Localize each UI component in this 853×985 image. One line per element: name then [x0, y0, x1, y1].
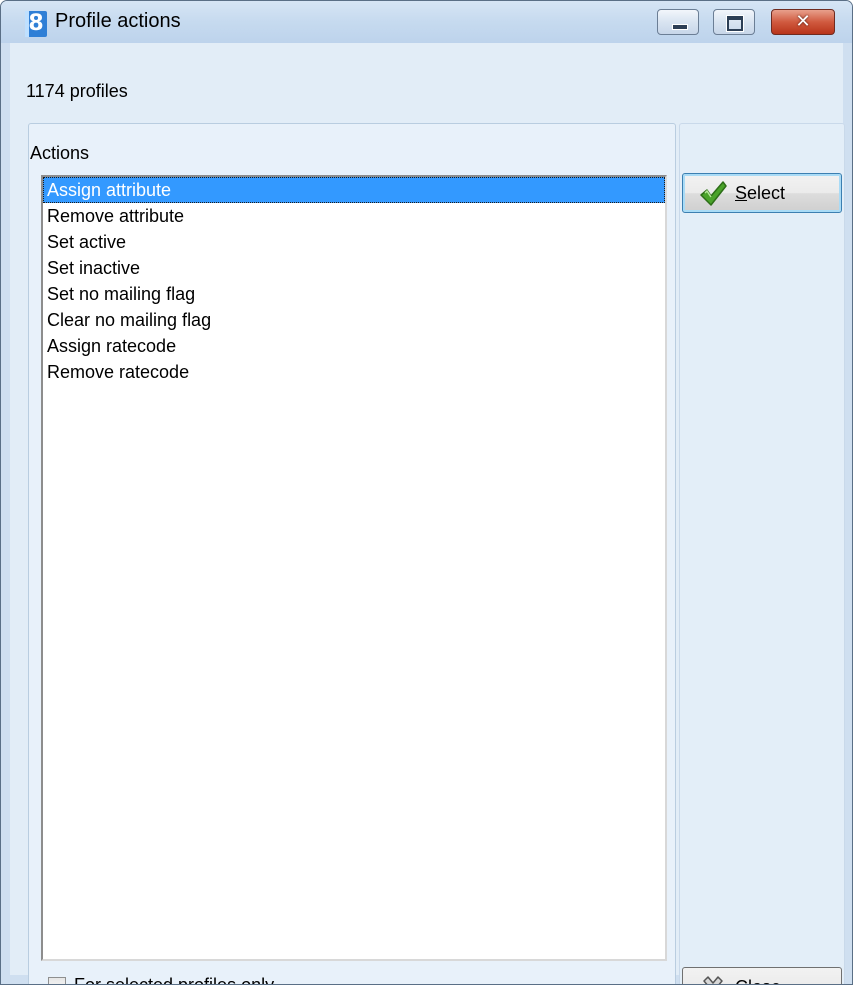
green-check-icon [700, 181, 727, 206]
close-button[interactable]: Close [682, 967, 842, 984]
list-item-clear-no-mailing-flag[interactable]: Clear no mailing flag [43, 307, 665, 333]
list-item-set-active[interactable]: Set active [43, 229, 665, 255]
list-item-set-no-mailing-flag[interactable]: Set no mailing flag [43, 281, 665, 307]
select-button-label: Select [735, 183, 786, 203]
window-title: Profile actions [55, 10, 181, 32]
minimize-button[interactable] [657, 9, 699, 35]
selected-only-label: For selected profiles only [74, 975, 275, 985]
close-x-icon [703, 976, 723, 984]
app-icon: 8 [25, 11, 47, 37]
title-bar[interactable]: 8 Profile actions ✕ [1, 1, 852, 43]
window-close-button[interactable]: ✕ [771, 9, 835, 35]
list-item-remove-attribute[interactable]: Remove attribute [43, 203, 665, 229]
list-item-set-inactive[interactable]: Set inactive [43, 255, 665, 281]
minimize-icon [672, 24, 688, 30]
profile-count-label: 1174 profiles [26, 81, 128, 101]
buttons-panel [679, 123, 845, 984]
select-button[interactable]: Select [682, 173, 842, 213]
maximize-icon [727, 16, 743, 31]
list-item-assign-ratecode[interactable]: Assign ratecode [43, 333, 665, 359]
actions-header: Actions [30, 143, 90, 163]
dialog-body: 1174 profiles Actions Assign attribute R… [10, 43, 845, 984]
actions-list[interactable]: Assign attribute Remove attribute Set ac… [41, 175, 667, 961]
list-item-remove-ratecode[interactable]: Remove ratecode [43, 359, 665, 385]
close-icon: ✕ [795, 11, 811, 32]
profile-actions-window: 8 Profile actions ✕ 1174 profiles Action… [0, 0, 853, 985]
maximize-button[interactable] [713, 9, 755, 35]
list-item-assign-attribute[interactable]: Assign attribute [43, 177, 665, 203]
close-button-label: Close [735, 977, 781, 984]
selected-only-checkbox[interactable] [48, 977, 66, 984]
